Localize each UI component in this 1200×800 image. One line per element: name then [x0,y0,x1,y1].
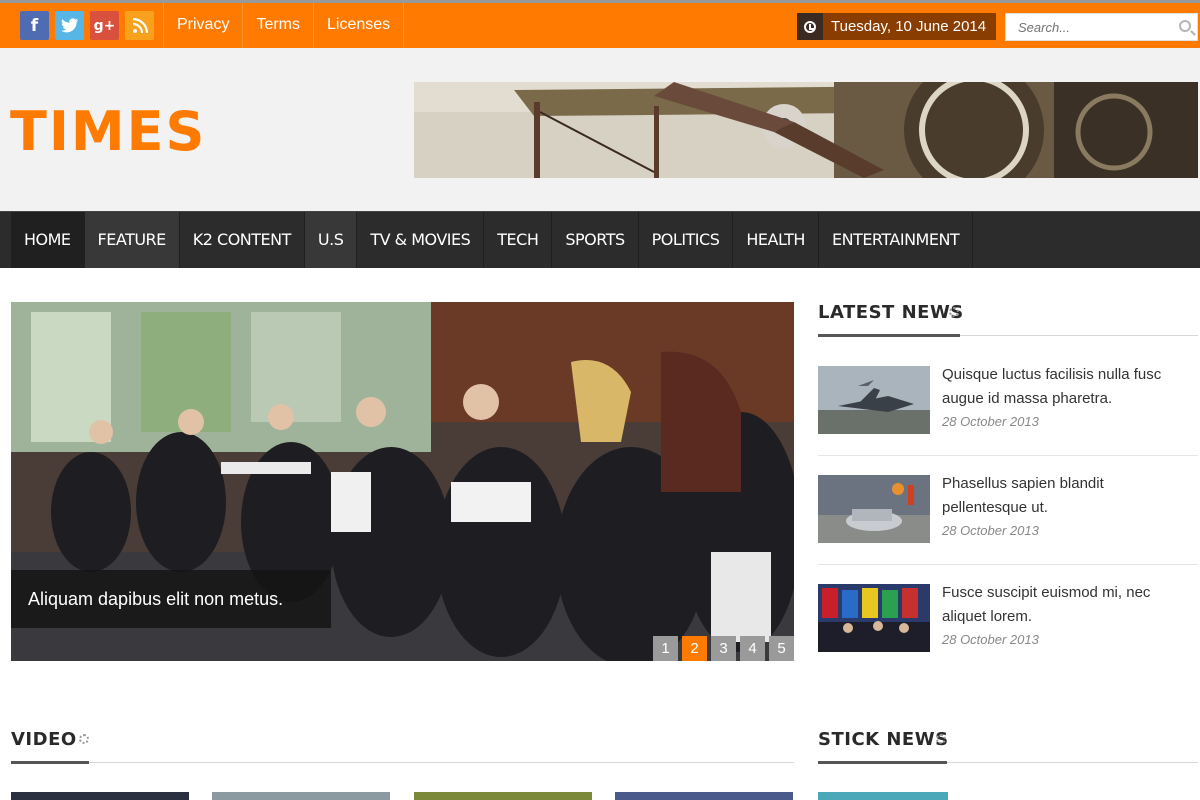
nav-item-tech[interactable]: TECH [484,212,553,268]
nav-item-tv-movies[interactable]: TV & MOVIES [357,212,485,268]
news-item[interactable]: Phasellus sapien blandit pellentesque ut… [818,475,1198,545]
news-divider [818,564,1198,565]
nav-item-us[interactable]: U.S [304,212,358,268]
facebook-icon[interactable]: f [20,11,49,40]
featured-slider[interactable]: Aliquam dapibus elit non metus. 1 2 3 4 … [11,302,794,661]
news-item[interactable]: Fusce suscipit euismod mi, nec aliquet l… [818,584,1198,654]
news-divider [818,455,1198,456]
news-title[interactable]: Phasellus sapien blandit pellentesque ut… [942,472,1192,520]
site-header: TIMES [0,48,1200,211]
terms-link[interactable]: Terms [242,3,313,48]
video-thumbnail[interactable] [615,792,793,800]
clock-icon [797,13,823,40]
main-navigation: HOME FEATURE K2 CONTENT U.S TV & MOVIES … [0,211,1200,268]
slider-page-1[interactable]: 1 [653,636,678,661]
date-display: Tuesday, 10 June 2014 [797,13,997,40]
news-date: 28 October 2013 [942,414,1039,429]
stick-news-thumbnail[interactable] [818,792,948,800]
twitter-icon[interactable] [55,11,84,40]
slide-caption[interactable]: Aliquam dapibus elit non metus. [11,570,331,628]
nav-item-politics[interactable]: POLITICS [639,212,734,268]
section-underline [818,334,960,337]
news-thumbnail-flags[interactable] [818,584,930,652]
video-header: VIDEO [11,729,794,769]
site-logo[interactable]: TIMES [10,100,206,163]
search-box [1005,13,1198,41]
nav-item-sports[interactable]: SPORTS [552,212,639,268]
stick-news-title: STICK NEWS [818,729,949,750]
privacy-link[interactable]: Privacy [163,3,242,48]
refresh-icon[interactable] [949,307,959,317]
section-underline [818,761,947,764]
news-item[interactable]: Quisque luctus facilisis nulla fusc augu… [818,366,1198,436]
social-links: f g+ [20,11,154,40]
rss-icon[interactable] [125,11,154,40]
nav-item-feature[interactable]: FEATURE [84,212,180,268]
video-thumbnail[interactable] [414,792,592,800]
licenses-link[interactable]: Licenses [313,3,405,48]
video-thumbnail[interactable] [212,792,390,800]
video-title: VIDEO [11,729,77,750]
search-icon[interactable] [1179,20,1191,32]
slider-page-5[interactable]: 5 [769,636,794,661]
nav-item-k2-content[interactable]: K2 CONTENT [180,212,305,268]
news-thumbnail-car[interactable] [818,475,930,543]
slider-page-4[interactable]: 4 [740,636,765,661]
slider-page-3[interactable]: 3 [711,636,736,661]
slider-page-2[interactable]: 2 [682,636,707,661]
latest-news-title: LATEST NEWS [818,302,964,323]
video-thumbnail[interactable] [11,792,189,800]
top-links: Privacy Terms Licenses [163,3,405,48]
refresh-icon[interactable] [79,734,89,744]
stick-news-header: STICK NEWS [818,729,1198,769]
nav-item-health[interactable]: HEALTH [733,212,819,268]
news-date: 28 October 2013 [942,523,1039,538]
news-title[interactable]: Quisque luctus facilisis nulla fusc augu… [942,363,1192,411]
top-bar: f g+ Privacy Terms Licenses Tuesday, 10 … [0,0,1200,48]
google-plus-icon[interactable]: g+ [90,11,119,40]
refresh-icon[interactable] [936,734,946,744]
section-underline [11,761,89,764]
news-thumbnail-jet[interactable] [818,366,930,434]
search-input[interactable] [1006,14,1166,40]
latest-news-header: LATEST NEWS [818,302,1198,342]
header-banner-image[interactable] [414,82,1198,178]
nav-item-entertainment[interactable]: ENTERTAINMENT [819,212,974,268]
news-date: 28 October 2013 [942,632,1039,647]
news-title[interactable]: Fusce suscipit euismod mi, nec aliquet l… [942,581,1192,629]
current-date: Tuesday, 10 June 2014 [831,18,987,35]
nav-item-home[interactable]: HOME [11,212,85,268]
section-divider [11,762,794,763]
slider-pagination: 1 2 3 4 5 [653,636,794,661]
